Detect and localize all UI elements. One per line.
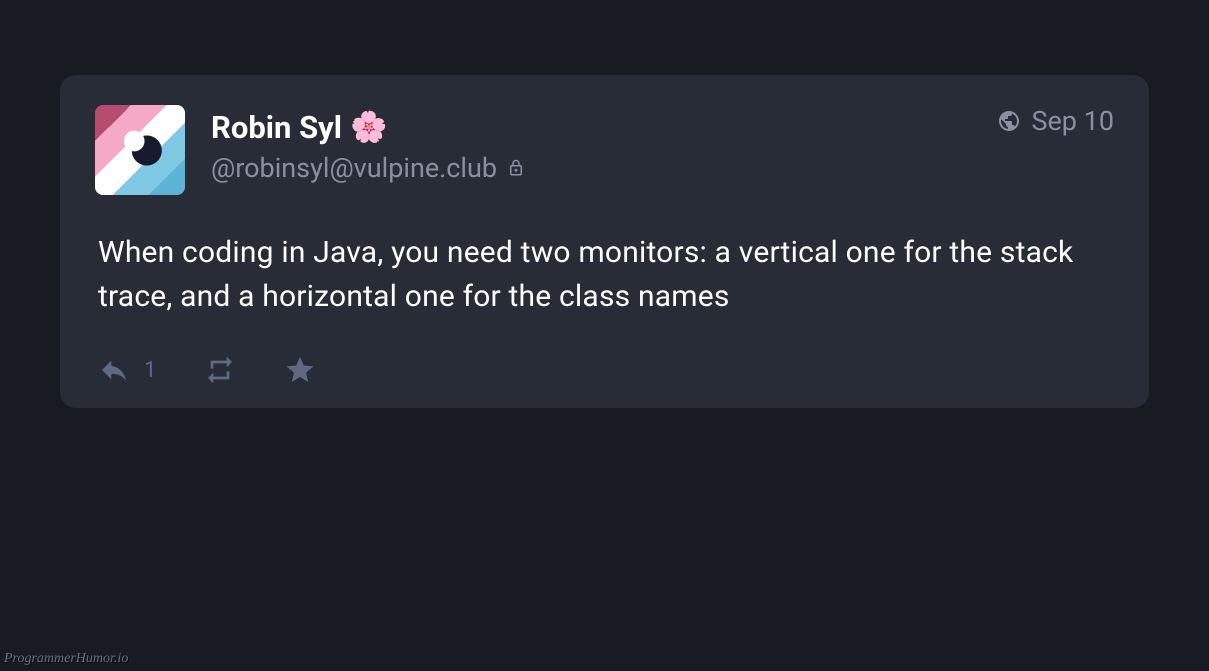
reply-button[interactable]: 1 bbox=[98, 354, 156, 386]
reply-icon bbox=[98, 354, 130, 386]
timestamp-text: Sep 10 bbox=[1031, 105, 1114, 137]
post-card: Robin Syl 🌸 @robinsyl@vulpine.club Sep 1… bbox=[60, 75, 1149, 408]
handle-text: @robinsyl@vulpine.club bbox=[211, 152, 497, 184]
boost-button[interactable] bbox=[204, 354, 236, 386]
reply-count: 1 bbox=[144, 358, 156, 383]
avatar[interactable] bbox=[95, 105, 185, 195]
lock-icon bbox=[507, 158, 525, 178]
boost-icon bbox=[204, 354, 236, 386]
user-handle[interactable]: @robinsyl@vulpine.club bbox=[211, 152, 525, 184]
star-icon bbox=[284, 354, 316, 386]
watermark: ProgrammerHumor.io bbox=[4, 651, 128, 667]
post-actions: 1 bbox=[98, 354, 1114, 386]
post-content: When coding in Java, you need two monito… bbox=[98, 231, 1114, 318]
post-header: Robin Syl 🌸 @robinsyl@vulpine.club Sep 1… bbox=[95, 105, 1114, 195]
flower-emoji: 🌸 bbox=[350, 110, 387, 146]
display-name-text: Robin Syl bbox=[211, 109, 342, 146]
favorite-button[interactable] bbox=[284, 354, 316, 386]
display-name[interactable]: Robin Syl 🌸 bbox=[211, 109, 525, 146]
globe-icon bbox=[997, 109, 1021, 133]
user-info: Robin Syl 🌸 @robinsyl@vulpine.club bbox=[211, 105, 525, 184]
timestamp[interactable]: Sep 10 bbox=[997, 105, 1114, 137]
